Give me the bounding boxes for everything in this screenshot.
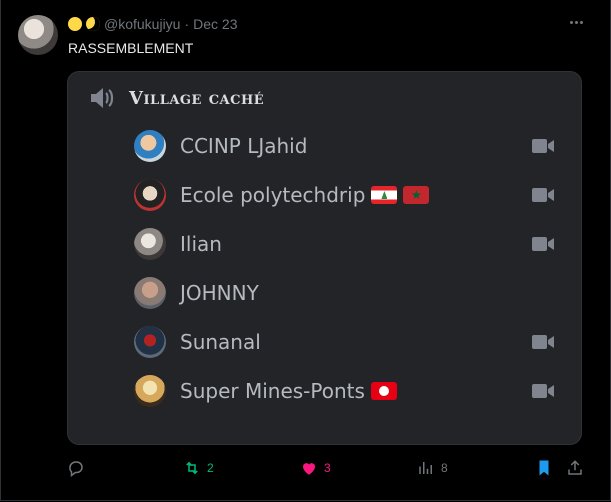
reply-icon [69,461,83,477]
views-button[interactable]: 8 [417,459,448,477]
member-avatar [134,375,166,407]
sun-emoji-icon [68,17,82,31]
member-name: Ecole polytechdrip [180,183,430,207]
moon-emoji-icon [86,17,100,31]
voice-member-row: Ilian [134,227,554,261]
like-button[interactable]: 3 [300,459,331,477]
member-avatar [134,277,166,309]
voice-member-row: CCINP LJahid [134,129,554,163]
member-avatar [134,228,166,260]
video-camera-icon [532,237,554,251]
heart-icon [303,463,315,475]
member-name: Sunanal [180,330,261,354]
member-avatar [134,130,166,162]
morocco-flag-icon [403,186,430,204]
member-name: Super Mines-Ponts [180,379,397,403]
video-camera-icon [532,335,554,349]
tweet-action-bar: 2 3 8 [0,459,611,481]
video-camera-icon [532,139,554,153]
member-avatar [134,179,166,211]
author-handle[interactable]: @kofukujiyu [104,16,180,32]
header-separator: · [184,16,190,32]
views-icon [419,462,432,474]
view-count: 8 [441,461,448,475]
member-avatar [134,326,166,358]
bookmark-button[interactable] [535,459,553,477]
voice-member-row: Sunanal [134,325,554,359]
lebanon-flag-icon [371,186,398,204]
channel-name: Village caché [129,87,265,109]
member-name: CCINP LJahid [180,134,308,158]
voice-member-row: Ecole polytechdrip [134,178,554,212]
author-avatar[interactable] [18,15,58,55]
retweet-button[interactable]: 2 [183,459,214,477]
member-name: Ilian [180,232,222,256]
video-camera-icon [532,384,554,398]
tunisia-flag-icon [370,382,397,400]
retweet-icon [186,461,198,475]
member-name: JOHNNY [180,281,259,305]
member-name-text: Super Mines-Ponts [180,379,365,403]
speaker-icon [91,88,114,108]
reply-button[interactable] [67,459,91,477]
share-icon [568,460,582,475]
more-options-icon[interactable] [566,14,586,30]
tweet-image[interactable]: Village caché CCINP LJahid Ecole polytec… [67,71,582,445]
video-camera-icon [532,188,554,202]
member-name-text: Ecole polytechdrip [180,183,366,207]
tweet-text: RASSEMBLEMENT [68,40,194,56]
like-count: 3 [324,461,331,475]
voice-member-row: Super Mines-Ponts [134,374,554,408]
tweet-header: @kofukujiyu · Dec 23 [68,16,238,32]
bookmark-icon [539,460,549,476]
share-button[interactable] [566,459,584,477]
voice-channel-header: Village caché [89,86,264,110]
voice-member-row: JOHNNY [134,276,554,310]
tweet-date[interactable]: Dec 23 [193,16,237,32]
retweet-count: 2 [207,461,214,475]
